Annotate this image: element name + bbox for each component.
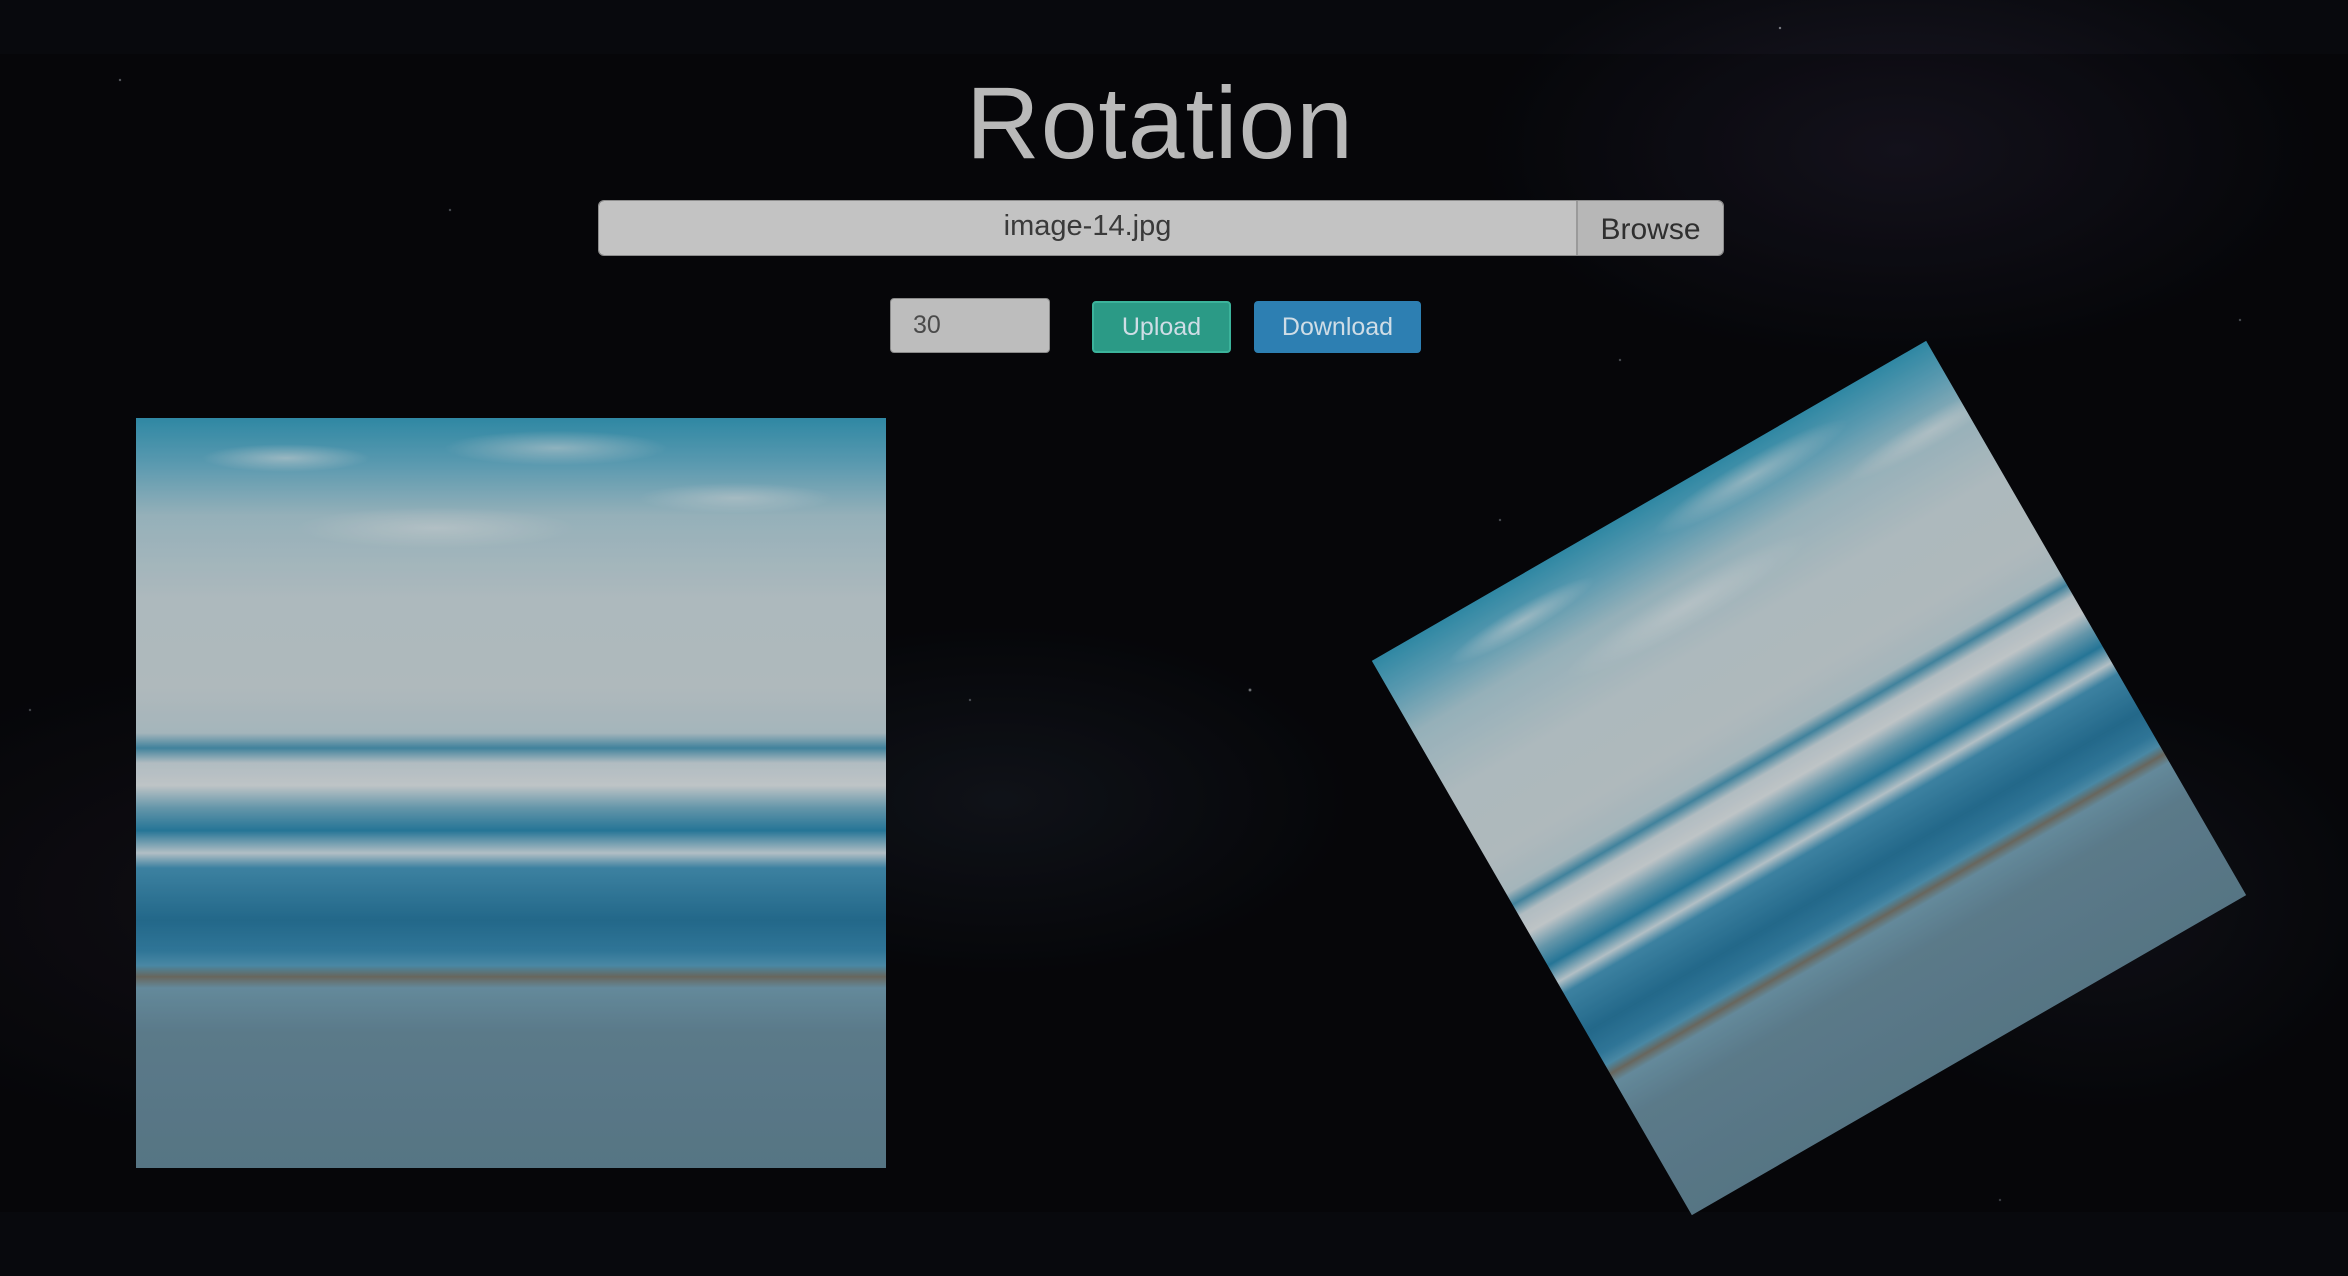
upload-button[interactable]: Upload (1092, 301, 1231, 353)
rotation-angle-input[interactable] (890, 298, 1050, 353)
download-button[interactable]: Download (1254, 301, 1421, 353)
rotated-image (1371, 340, 2247, 1216)
browse-button[interactable]: Browse (1576, 201, 1723, 255)
page-title: Rotation (966, 66, 1354, 180)
file-name-field[interactable]: image-14.jpg (599, 201, 1576, 255)
original-image (136, 418, 886, 1168)
file-picker[interactable]: image-14.jpg Browse (598, 200, 1724, 256)
